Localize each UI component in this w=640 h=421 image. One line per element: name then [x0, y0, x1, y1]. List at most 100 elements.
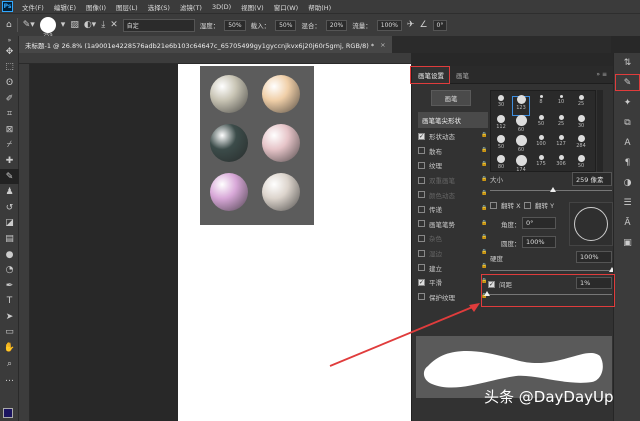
- load-brush-icon[interactable]: ⤓: [101, 20, 105, 30]
- dodge-tool-icon[interactable]: ◔: [0, 262, 19, 278]
- brush-tip[interactable]: 60: [513, 135, 529, 153]
- brush-option-checkbox[interactable]: [418, 249, 425, 257]
- clean-brush-icon[interactable]: ✕: [110, 20, 118, 30]
- character-icon[interactable]: A: [614, 133, 640, 153]
- brush-option-item[interactable]: 湿边 🔒: [418, 246, 488, 261]
- pen-tool-icon[interactable]: ✒: [0, 278, 19, 294]
- glyphs-icon[interactable]: Ā: [614, 213, 640, 233]
- brush-tip[interactable]: 175: [533, 155, 549, 167]
- move-tool-icon[interactable]: ✥: [0, 44, 19, 60]
- brush-option-checkbox[interactable]: [418, 293, 425, 301]
- history-panel-icon[interactable]: ⇅: [614, 53, 640, 73]
- brush-tip[interactable]: 284: [573, 135, 589, 149]
- load-input[interactable]: 50%: [275, 19, 297, 31]
- brush-tip[interactable]: 50: [533, 115, 549, 127]
- brush-option-item[interactable]: 颜色动态 🔒: [418, 187, 488, 202]
- brush-tip[interactable]: 30: [573, 115, 589, 129]
- brush-option-checkbox[interactable]: [418, 161, 425, 169]
- lock-icon[interactable]: 🔒: [481, 205, 488, 213]
- type-tool-icon[interactable]: T: [0, 294, 19, 310]
- brush-tip[interactable]: 30: [493, 95, 509, 108]
- wet-input[interactable]: 50%: [224, 19, 246, 31]
- tab-brushes[interactable]: 画笔: [450, 66, 475, 84]
- lock-icon[interactable]: 🔒: [481, 161, 488, 169]
- brush-option-item[interactable]: 建立 🔒: [418, 260, 488, 275]
- crop-tool-icon[interactable]: ⌗: [0, 106, 19, 122]
- brush-tip[interactable]: 8: [533, 95, 549, 105]
- adjustments-icon[interactable]: ☰: [614, 193, 640, 213]
- angle-circle[interactable]: [574, 207, 608, 241]
- brush-option-item[interactable]: 画笔笔势 🔒: [418, 217, 488, 232]
- brush-option-checkbox[interactable]: [418, 234, 425, 242]
- gradient-tool-icon[interactable]: ▤: [0, 231, 19, 247]
- libraries-icon[interactable]: ▣: [614, 233, 640, 253]
- brush-option-item[interactable]: ✓ 形状动态 🔒: [418, 129, 488, 144]
- lock-icon[interactable]: 🔒: [481, 234, 488, 242]
- angle-roundness-widget[interactable]: [569, 202, 613, 246]
- menu-edit[interactable]: 编辑(E): [49, 2, 81, 12]
- marquee-tool-icon[interactable]: ⬚: [0, 60, 19, 76]
- brush-tip[interactable]: 306: [553, 155, 569, 167]
- size-slider-handle[interactable]: [550, 187, 557, 192]
- load-swatch-icon[interactable]: ◐▾: [84, 20, 96, 30]
- toolbar-collapse-icon[interactable]: »: [0, 36, 19, 44]
- brush-option-checkbox[interactable]: [418, 191, 425, 199]
- vertical-ruler[interactable]: [19, 64, 30, 421]
- brush-preset-picker[interactable]: 259: [39, 17, 56, 39]
- flow-input[interactable]: 100%: [376, 19, 402, 31]
- brushes-button[interactable]: 画笔: [431, 90, 471, 106]
- roundness-input[interactable]: 100%: [522, 236, 556, 248]
- color-icon[interactable]: ◑: [614, 173, 640, 193]
- brush-option-item[interactable]: 纹理 🔒: [418, 158, 488, 173]
- lock-icon[interactable]: 🔒: [481, 249, 488, 257]
- mixer-brush-tool-icon[interactable]: ✎▾: [23, 20, 35, 30]
- foreground-color-swatch[interactable]: [3, 408, 13, 418]
- more-tools-icon[interactable]: …: [0, 371, 19, 387]
- brush-option-checkbox[interactable]: [418, 147, 425, 155]
- brush-tip[interactable]: 25: [573, 95, 589, 107]
- menu-layer[interactable]: 图层(L): [111, 2, 143, 12]
- hand-tool-icon[interactable]: ✋: [0, 340, 19, 356]
- rectangle-tool-icon[interactable]: ▭: [0, 325, 19, 341]
- brush-tip[interactable]: 50: [573, 155, 589, 169]
- hardness-slider-track[interactable]: [490, 270, 612, 271]
- menu-window[interactable]: 窗口(W): [269, 2, 304, 12]
- angle-input[interactable]: 0°: [432, 19, 448, 31]
- brush-option-checkbox[interactable]: ✓: [418, 278, 425, 286]
- airbrush-icon[interactable]: ✈: [407, 20, 415, 30]
- lock-icon[interactable]: 🔒: [481, 132, 488, 140]
- brush-option-item[interactable]: 杂色 🔒: [418, 231, 488, 246]
- flip-y-option[interactable]: 翻转 Y: [524, 200, 554, 210]
- brush-tip[interactable]: 25: [553, 115, 569, 127]
- eyedropper-tool-icon[interactable]: ⌿: [0, 138, 19, 154]
- document-tab[interactable]: 未标题-1 @ 26.8% (1a9001e4228576adb21e6b103…: [19, 36, 392, 53]
- brush-option-item[interactable]: 传递 🔒: [418, 202, 488, 217]
- menu-3d[interactable]: 3D(D): [207, 3, 236, 11]
- flip-y-checkbox[interactable]: [524, 201, 531, 209]
- paragraph-icon[interactable]: ¶: [614, 153, 640, 173]
- menu-filter[interactable]: 滤镜(T): [175, 2, 207, 12]
- mix-input[interactable]: 20%: [325, 19, 348, 31]
- brush-tip[interactable]: 100: [533, 135, 549, 147]
- brush-option-checkbox[interactable]: [418, 176, 425, 184]
- brush-settings-panel-icon[interactable]: ▨: [70, 20, 79, 30]
- brush-option-item[interactable]: ✓ 平滑 🔒: [418, 275, 488, 290]
- brush-tool-icon[interactable]: ✎: [0, 168, 19, 185]
- menu-file[interactable]: 文件(F): [17, 2, 49, 12]
- brush-option-checkbox[interactable]: [418, 205, 425, 213]
- panel-menu-icon[interactable]: » ≡: [590, 66, 613, 84]
- hardness-input[interactable]: 100%: [576, 251, 612, 263]
- brush-option-checkbox[interactable]: [418, 264, 425, 272]
- brush-tip[interactable]: 127: [553, 135, 569, 147]
- brush-tip-shape-item[interactable]: 画笔笔尖形状: [418, 112, 488, 128]
- lasso-tool-icon[interactable]: ʘ: [0, 75, 19, 91]
- angle-icon[interactable]: ∠: [419, 20, 427, 30]
- menu-select[interactable]: 选择(S): [143, 2, 175, 12]
- brush-tip[interactable]: 112: [493, 115, 509, 130]
- home-icon[interactable]: ⌂: [6, 20, 12, 30]
- size-input[interactable]: 259 像素: [572, 172, 612, 186]
- angle-input[interactable]: 0°: [522, 217, 556, 229]
- lock-icon[interactable]: 🔒: [481, 176, 488, 184]
- menu-image[interactable]: 图像(I): [81, 2, 111, 12]
- history-brush-tool-icon[interactable]: ↺: [0, 200, 19, 216]
